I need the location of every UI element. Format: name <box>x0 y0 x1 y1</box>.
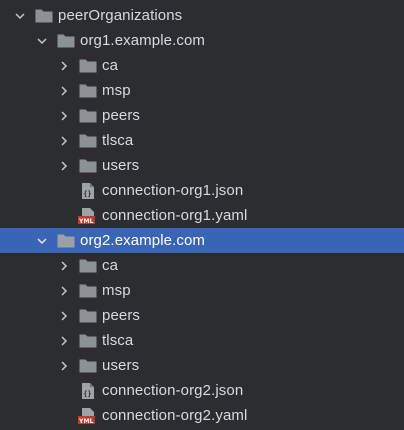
tree-node-org1[interactable]: org1.example.com <box>0 28 404 53</box>
yaml-file-icon: YML <box>78 207 98 225</box>
folder-icon <box>34 7 54 25</box>
folder-icon <box>78 332 98 350</box>
chevron-right-icon[interactable] <box>56 258 72 274</box>
tree-node-file[interactable]: YML connection-org1.yaml <box>0 203 404 228</box>
tree-node-label: ca <box>102 257 119 274</box>
folder-icon <box>78 82 98 100</box>
tree-node-folder[interactable]: tlsca <box>0 328 404 353</box>
chevron-right-icon[interactable] <box>56 58 72 74</box>
chevron-right-icon[interactable] <box>56 108 72 124</box>
tree-node-label: peers <box>102 107 141 124</box>
chevron-down-icon[interactable] <box>34 233 50 249</box>
chevron-right-icon[interactable] <box>56 158 72 174</box>
svg-text:{}: {} <box>83 190 91 198</box>
tree-node-folder[interactable]: ca <box>0 53 404 78</box>
tree-node-folder[interactable]: msp <box>0 278 404 303</box>
tree-node-org2[interactable]: org2.example.com <box>0 228 404 253</box>
tree-node-label: connection-org1.json <box>102 182 244 199</box>
folder-icon <box>78 307 98 325</box>
yaml-file-icon: YML <box>78 407 98 425</box>
tree-node-folder[interactable]: users <box>0 353 404 378</box>
chevron-right-icon[interactable] <box>56 133 72 149</box>
svg-text:YML: YML <box>78 417 94 424</box>
chevron-right-icon[interactable] <box>56 308 72 324</box>
tree-node-label: users <box>102 157 140 174</box>
svg-text:YML: YML <box>78 217 94 224</box>
folder-icon <box>78 357 98 375</box>
tree-node-label: connection-org1.yaml <box>102 207 248 224</box>
chevron-right-icon[interactable] <box>56 283 72 299</box>
chevron-down-icon[interactable] <box>12 8 28 24</box>
tree-node-label: org1.example.com <box>80 32 205 49</box>
tree-node-file[interactable]: {} connection-org1.json <box>0 178 404 203</box>
tree-node-label: tlsca <box>102 332 134 349</box>
tree-node-label: peerOrganizations <box>58 7 183 24</box>
tree-node-label: connection-org2.yaml <box>102 407 248 424</box>
folder-icon <box>78 157 98 175</box>
tree-node-folder[interactable]: msp <box>0 78 404 103</box>
project-tree: peerOrganizations org1.example.com ca ms… <box>0 0 404 430</box>
tree-node-folder[interactable]: peers <box>0 303 404 328</box>
tree-node-folder[interactable]: peers <box>0 103 404 128</box>
folder-icon <box>78 57 98 75</box>
chevron-right-icon[interactable] <box>56 358 72 374</box>
tree-node-folder[interactable]: ca <box>0 253 404 278</box>
tree-node-label: msp <box>102 82 131 99</box>
folder-icon <box>56 32 76 50</box>
tree-node-label: msp <box>102 282 131 299</box>
json-file-icon: {} <box>78 182 98 200</box>
tree-node-label: org2.example.com <box>80 232 205 249</box>
tree-node-folder[interactable]: users <box>0 153 404 178</box>
folder-icon <box>78 107 98 125</box>
folder-icon <box>56 232 76 250</box>
json-file-icon: {} <box>78 382 98 400</box>
tree-node-file[interactable]: {} connection-org2.json <box>0 378 404 403</box>
folder-icon <box>78 257 98 275</box>
chevron-right-icon[interactable] <box>56 83 72 99</box>
tree-node-label: connection-org2.json <box>102 382 244 399</box>
tree-node-folder[interactable]: tlsca <box>0 128 404 153</box>
tree-node-label: ca <box>102 57 119 74</box>
tree-node-peerorganizations[interactable]: peerOrganizations <box>0 3 404 28</box>
tree-node-label: users <box>102 357 140 374</box>
chevron-down-icon[interactable] <box>34 33 50 49</box>
svg-text:{}: {} <box>83 390 91 398</box>
chevron-right-icon[interactable] <box>56 333 72 349</box>
folder-icon <box>78 282 98 300</box>
tree-node-label: peers <box>102 307 141 324</box>
tree-node-label: tlsca <box>102 132 134 149</box>
folder-icon <box>78 132 98 150</box>
tree-node-file[interactable]: YML connection-org2.yaml <box>0 403 404 428</box>
